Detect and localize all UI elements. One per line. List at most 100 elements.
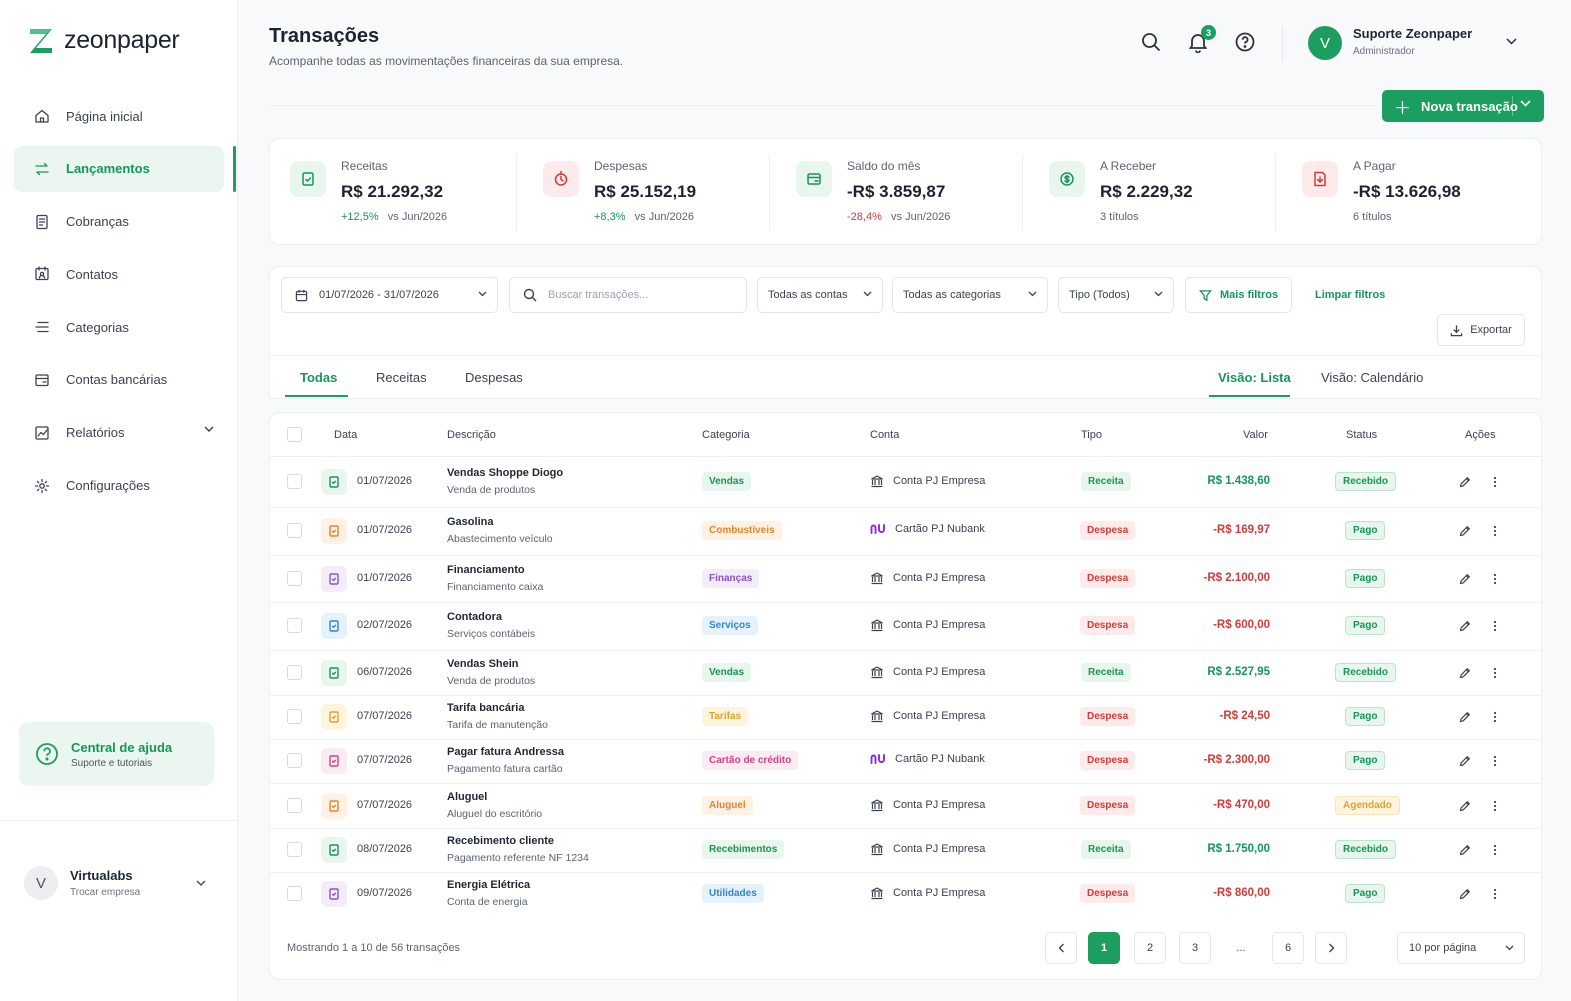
row-checkbox[interactable] (287, 523, 302, 538)
edit-icon[interactable] (1459, 573, 1471, 585)
row-checkbox[interactable] (287, 570, 302, 586)
stat-card-a-pagar[interactable]: A Pagar -R$ 13.626,98 6 títulos (1282, 139, 1535, 246)
chevron-down-icon[interactable] (1506, 38, 1517, 45)
help-icon[interactable] (1234, 31, 1256, 53)
help-center-card[interactable]: Central de ajuda Suporte e tutoriais (19, 722, 214, 786)
export-button[interactable]: Exportar (1437, 314, 1525, 346)
row-title[interactable]: Gasolina (447, 516, 493, 528)
accounts-filter[interactable]: Todas as contas (757, 277, 883, 313)
sidebar-item-lancamentos[interactable]: Lançamentos (14, 145, 224, 192)
row-checkbox[interactable] (287, 709, 302, 724)
more-vertical-icon[interactable] (1493, 844, 1497, 856)
more-filters-button[interactable]: Mais filtros (1185, 277, 1292, 313)
sidebar-item-pagina-inicial[interactable]: Página inicial (14, 93, 224, 139)
tab-todas[interactable]: Todas (300, 370, 337, 385)
sidebar-item-contatos[interactable]: Contatos (14, 251, 224, 297)
row-title[interactable]: Financiamento (447, 564, 525, 576)
view-calendar-toggle[interactable]: Visão: Calendário (1321, 370, 1423, 385)
more-vertical-icon[interactable] (1493, 525, 1497, 537)
page-1-button[interactable]: 1 (1088, 932, 1120, 964)
date-range-picker[interactable]: 01/07/2026 - 31/07/2026 (281, 277, 498, 313)
stat-card-a-receber[interactable]: A Receber R$ 2.229,32 3 títulos (1029, 139, 1282, 246)
edit-icon[interactable] (1459, 755, 1471, 767)
tab-receitas[interactable]: Receitas (376, 370, 427, 385)
edit-icon[interactable] (1459, 667, 1471, 679)
row-checkbox[interactable] (287, 842, 302, 857)
col-date[interactable]: Data (334, 429, 357, 441)
company-switcher[interactable]: V Virtualabs Trocar empresa (24, 866, 214, 900)
more-vertical-icon[interactable] (1493, 620, 1497, 632)
row-checkbox[interactable] (287, 886, 302, 901)
prev-page-button[interactable] (1045, 932, 1077, 964)
page-2-button[interactable]: 2 (1134, 932, 1166, 964)
row-date: 09/07/2026 (357, 887, 413, 899)
col-description[interactable]: Descrição (447, 429, 496, 441)
search-transactions[interactable]: Buscar transações... (509, 277, 747, 313)
page-6-button[interactable]: 6 (1272, 932, 1304, 964)
more-vertical-icon[interactable] (1493, 711, 1497, 723)
categories-filter[interactable]: Todas as categorias (892, 277, 1048, 313)
stat-value: -R$ 13.626,98 (1353, 182, 1461, 201)
per-page-select[interactable]: 10 por página (1397, 932, 1525, 964)
stat-icon (796, 161, 832, 197)
row-title[interactable]: Tarifa bancária (447, 702, 524, 714)
search-input[interactable]: Buscar transações... (548, 289, 648, 301)
stat-card-saldo-do-mes[interactable]: Saldo do mês -R$ 3.859,87 -28,4% vs Jun/… (776, 139, 1029, 246)
active-indicator (233, 146, 236, 192)
sidebar-item-cobrancas[interactable]: Cobranças (14, 199, 224, 245)
user-name[interactable]: Suporte Zeonpaper (1353, 26, 1472, 41)
edit-icon[interactable] (1459, 800, 1471, 812)
row-checkbox[interactable] (287, 474, 302, 489)
col-account[interactable]: Conta (870, 429, 899, 441)
row-checkbox[interactable] (287, 797, 302, 813)
more-vertical-icon[interactable] (1493, 800, 1497, 812)
row-checkbox[interactable] (287, 753, 302, 768)
col-type[interactable]: Tipo (1081, 429, 1102, 441)
edit-icon[interactable] (1459, 711, 1471, 723)
user-avatar[interactable]: V (1308, 26, 1342, 60)
sidebar-item-contas-bancarias[interactable]: Contas bancárias (14, 357, 224, 403)
more-vertical-icon[interactable] (1493, 755, 1497, 767)
clear-filters-link[interactable]: Limpar filtros (1315, 289, 1385, 301)
row-title[interactable]: Aluguel (447, 791, 487, 803)
sidebar-item-categorias[interactable]: Categorias (14, 304, 224, 350)
row-checkbox[interactable] (287, 618, 302, 633)
col-status[interactable]: Status (1346, 429, 1377, 441)
edit-icon[interactable] (1459, 620, 1471, 632)
sidebar-item-configuracoes[interactable]: Configurações (14, 463, 224, 509)
chevron-down-icon[interactable] (1520, 100, 1531, 107)
row-checkbox[interactable] (287, 664, 302, 680)
col-value[interactable]: Valor (1243, 429, 1268, 441)
brand-logo[interactable]: zeonpaper (28, 26, 180, 55)
stat-card-despesas[interactable]: Despesas R$ 25.152,19 +8,3% vs Jun/2026 (523, 139, 776, 246)
search-icon[interactable] (1140, 31, 1162, 53)
more-vertical-icon[interactable] (1493, 667, 1497, 679)
stat-card-receitas[interactable]: Receitas R$ 21.292,32 +12,5% vs Jun/2026 (270, 139, 523, 246)
more-vertical-icon[interactable] (1493, 573, 1497, 585)
col-category[interactable]: Categoria (702, 429, 750, 441)
row-title[interactable]: Vendas Shein (447, 658, 519, 670)
row-title[interactable]: Pagar fatura Andressa (447, 746, 564, 758)
sidebar-item-relatorios[interactable]: Relatórios (14, 410, 224, 456)
row-title[interactable]: Contadora (447, 611, 502, 623)
new-transaction-button[interactable]: ＋ Nova transação (1382, 90, 1544, 122)
tab-despesas[interactable]: Despesas (465, 370, 523, 385)
next-page-button[interactable] (1315, 932, 1347, 964)
row-title[interactable]: Vendas Shoppe Diogo (447, 467, 563, 479)
edit-icon[interactable] (1459, 888, 1471, 900)
more-vertical-icon[interactable] (1493, 476, 1497, 488)
edit-icon[interactable] (1459, 525, 1471, 537)
more-vertical-icon[interactable] (1493, 888, 1497, 900)
row-value: -R$ 2.300,00 (1203, 754, 1271, 766)
select-all-checkbox[interactable] (287, 427, 302, 442)
type-filter[interactable]: Tipo (Todos) (1058, 277, 1174, 313)
page-3-button[interactable]: 3 (1179, 932, 1211, 964)
view-list-toggle[interactable]: Visão: Lista (1218, 370, 1291, 385)
edit-icon[interactable] (1459, 476, 1471, 488)
edit-icon[interactable] (1459, 844, 1471, 856)
row-title[interactable]: Energia Elétrica (447, 879, 530, 891)
chevron-right-icon (1328, 943, 1334, 953)
chevron-down-icon[interactable] (204, 426, 214, 432)
row-title[interactable]: Recebimento cliente (447, 835, 554, 847)
company-switch-label: Trocar empresa (70, 887, 141, 898)
